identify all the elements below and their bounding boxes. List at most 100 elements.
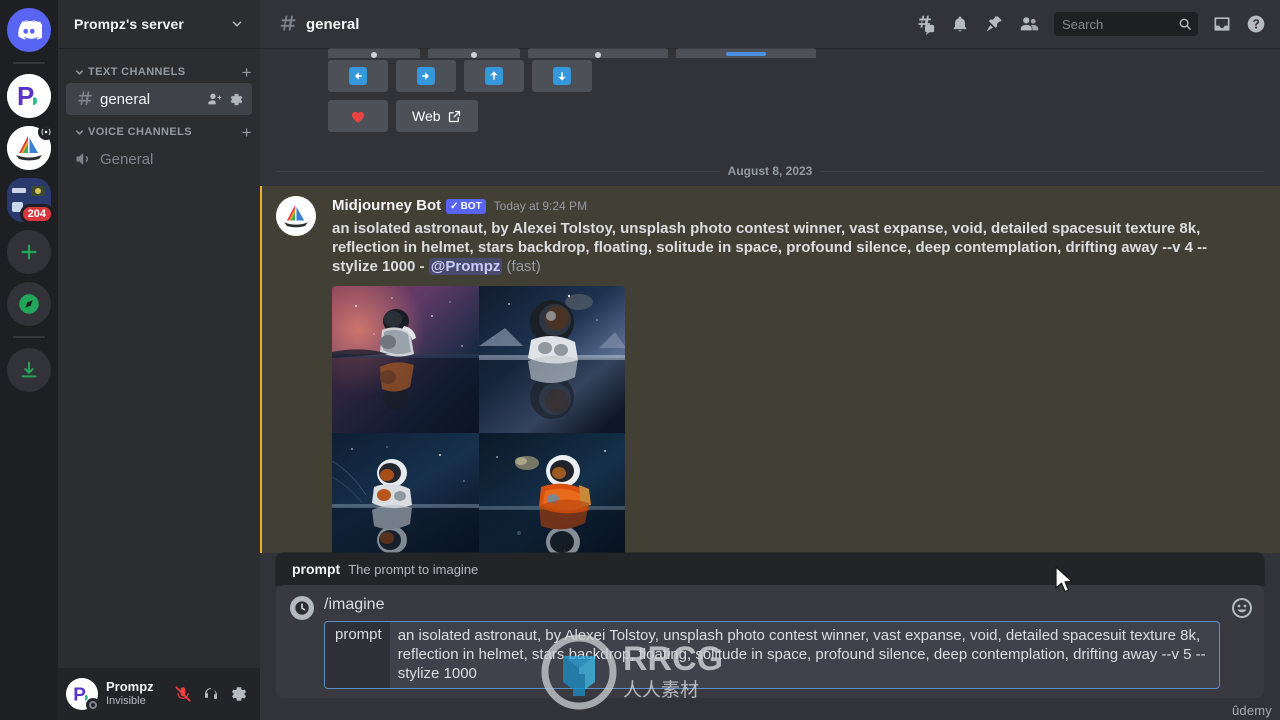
speaker-icon bbox=[76, 153, 89, 165]
notifications-button[interactable] bbox=[950, 14, 970, 34]
web-button[interactable]: Web bbox=[396, 100, 478, 132]
command-option-hint: prompt The prompt to imagine bbox=[276, 553, 1264, 585]
message-header: Midjourney Bot ✓ BOT Today at 9:24 PM bbox=[332, 196, 1232, 217]
sidebar-item-general[interactable]: general bbox=[66, 83, 252, 115]
clock-icon bbox=[295, 601, 309, 615]
invite-icon[interactable] bbox=[207, 91, 223, 107]
settings-icon[interactable] bbox=[229, 92, 244, 107]
composer: prompt The prompt to imagine /imagine pr… bbox=[260, 553, 1280, 720]
arrow-right-emoji-icon bbox=[417, 67, 435, 85]
component-row-1 bbox=[308, 60, 1280, 92]
external-link-icon bbox=[448, 110, 460, 122]
chevron-down-icon bbox=[232, 21, 242, 27]
server-rail-item-server-prompz[interactable]: P bbox=[7, 74, 51, 118]
server-rail-item-add-server[interactable] bbox=[7, 230, 51, 274]
server-rail-item-download-apps[interactable] bbox=[7, 348, 51, 392]
unread-badge: 204 bbox=[19, 204, 54, 224]
date-divider: August 8, 2023 bbox=[276, 164, 1265, 178]
message-author[interactable]: Midjourney Bot bbox=[332, 196, 441, 217]
composer-content: /imagine prompt an isolated astronaut, b… bbox=[324, 594, 1220, 689]
astronaut-image-4 bbox=[478, 432, 625, 553]
arrow-left-emoji-icon bbox=[349, 67, 367, 85]
hash-icon bbox=[78, 91, 92, 105]
avatar[interactable] bbox=[276, 196, 316, 236]
divider-line-left bbox=[276, 170, 720, 172]
help-button[interactable] bbox=[1246, 14, 1266, 34]
command-param-key: prompt bbox=[325, 622, 390, 688]
generated-image-grid[interactable] bbox=[332, 286, 625, 553]
page-title: general bbox=[306, 15, 360, 33]
server-rail-item-server-unknown[interactable]: 204 bbox=[7, 178, 54, 224]
astronaut-image-1 bbox=[332, 286, 479, 433]
server-rail-item-explore-servers[interactable] bbox=[7, 282, 51, 326]
message-timestamp: Today at 9:24 PM bbox=[493, 199, 588, 214]
chevron-down-icon bbox=[75, 69, 84, 75]
pan-down-button[interactable] bbox=[532, 60, 592, 92]
message-list[interactable]: Web August 8, 2023 Midjourney Bot ✓ BOT … bbox=[260, 48, 1280, 553]
message-text: an isolated astronaut, by Alexei Tolstoy… bbox=[332, 219, 1212, 277]
server-rail-item-server-midjourney[interactable] bbox=[7, 124, 54, 170]
mute-button[interactable] bbox=[170, 681, 196, 707]
message-midjourney-bot[interactable]: Midjourney Bot ✓ BOT Today at 9:24 PM an… bbox=[260, 186, 1280, 553]
member-list-icon bbox=[1020, 17, 1039, 31]
deafen-button[interactable] bbox=[198, 681, 224, 707]
category-voice-channels[interactable]: VOICE CHANNELS + bbox=[58, 116, 260, 142]
web-button-label: Web bbox=[412, 108, 441, 124]
emoji-picker-button[interactable] bbox=[1230, 596, 1254, 620]
pan-right-button[interactable] bbox=[396, 60, 456, 92]
command-clock-button[interactable] bbox=[290, 596, 314, 620]
create-channel-button[interactable]: + bbox=[242, 64, 252, 81]
inbox-button[interactable] bbox=[1212, 14, 1232, 34]
help-icon bbox=[1247, 15, 1265, 33]
bot-badge: ✓ BOT bbox=[446, 199, 486, 215]
pinned-messages-icon bbox=[986, 16, 1002, 32]
pan-left-button[interactable] bbox=[328, 60, 388, 92]
user-mention[interactable]: @Prompz bbox=[428, 258, 503, 275]
notification-bell-icon bbox=[953, 16, 967, 32]
compass-icon bbox=[19, 294, 39, 314]
cut-off-button[interactable] bbox=[676, 48, 816, 58]
cut-off-button[interactable] bbox=[528, 48, 668, 58]
username: Prompz bbox=[106, 679, 154, 695]
user-settings-button[interactable] bbox=[226, 681, 252, 707]
generated-image-4[interactable] bbox=[478, 432, 625, 553]
channel-sidebar: Prompz's server TEXT CHANNELS + general bbox=[58, 0, 260, 720]
pan-up-button[interactable] bbox=[464, 60, 524, 92]
sidebar-item-general-voice[interactable]: General bbox=[66, 143, 252, 175]
generated-image-2[interactable] bbox=[478, 286, 625, 433]
generated-image-1[interactable] bbox=[332, 286, 479, 433]
category-text-channels[interactable]: TEXT CHANNELS + bbox=[58, 56, 260, 82]
status-badge bbox=[86, 698, 100, 712]
command-param-value[interactable]: an isolated astronaut, by Alexei Tolstoy… bbox=[390, 622, 1219, 688]
favorite-button[interactable] bbox=[328, 100, 388, 132]
channel-header: general Search bbox=[260, 0, 1280, 48]
cut-off-button[interactable] bbox=[428, 48, 520, 58]
server-header[interactable]: Prompz's server bbox=[58, 0, 260, 48]
main-content: general Search Web August 8, 2023 Midjou… bbox=[260, 0, 1280, 720]
rail-divider bbox=[13, 62, 45, 64]
svg-text:P: P bbox=[17, 81, 34, 111]
server-rail: P 204 bbox=[0, 0, 58, 720]
cut-off-button[interactable] bbox=[328, 48, 420, 58]
search-input[interactable]: Search bbox=[1054, 12, 1198, 36]
udemy-brand: ûdemy bbox=[1231, 703, 1272, 718]
sidebar-item-label: General bbox=[100, 150, 154, 168]
generated-image-3[interactable] bbox=[332, 432, 479, 553]
pinned-messages-button[interactable] bbox=[984, 14, 1004, 34]
member-list-button[interactable] bbox=[1018, 13, 1040, 35]
user-status: Invisible bbox=[106, 695, 146, 708]
message-input[interactable]: /imagine prompt an isolated astronaut, b… bbox=[276, 585, 1264, 698]
server-status-indicator bbox=[38, 124, 54, 140]
avatar[interactable]: P bbox=[66, 678, 100, 712]
message-scroll-area: Web August 8, 2023 Midjourney Bot ✓ BOT … bbox=[260, 48, 1280, 553]
command-param-pill[interactable]: prompt an isolated astronaut, by Alexei … bbox=[324, 621, 1220, 689]
user-panel: P Prompz Invisible bbox=[58, 668, 260, 720]
rail-divider-2 bbox=[13, 336, 45, 338]
category-label: TEXT CHANNELS bbox=[88, 66, 186, 78]
create-voice-channel-button[interactable]: + bbox=[242, 124, 252, 141]
bot-badge-check: ✓ bbox=[450, 200, 459, 212]
cut-off-component-row bbox=[260, 48, 1280, 58]
user-info[interactable]: Prompz Invisible bbox=[106, 679, 162, 708]
threads-button[interactable] bbox=[914, 13, 936, 35]
server-rail-item-discord-home[interactable] bbox=[7, 8, 51, 52]
